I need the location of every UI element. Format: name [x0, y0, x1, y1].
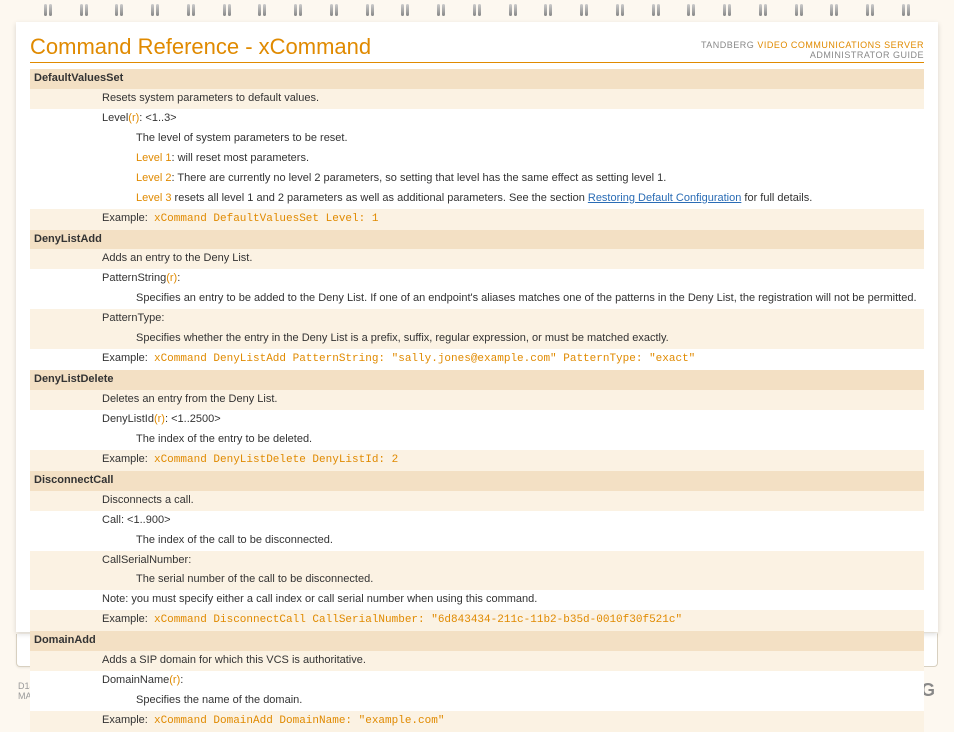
page-header: Command Reference - xCommand TANDBERG VI… — [30, 34, 924, 63]
page-title: Command Reference - xCommand — [30, 34, 371, 60]
header-right: TANDBERG VIDEO COMMUNICATIONS SERVER ADM… — [701, 40, 924, 60]
command-table: DefaultValuesSetResets system parameters… — [30, 69, 924, 732]
page-content: Command Reference - xCommand TANDBERG VI… — [16, 22, 938, 632]
spiral-binding — [0, 0, 954, 22]
